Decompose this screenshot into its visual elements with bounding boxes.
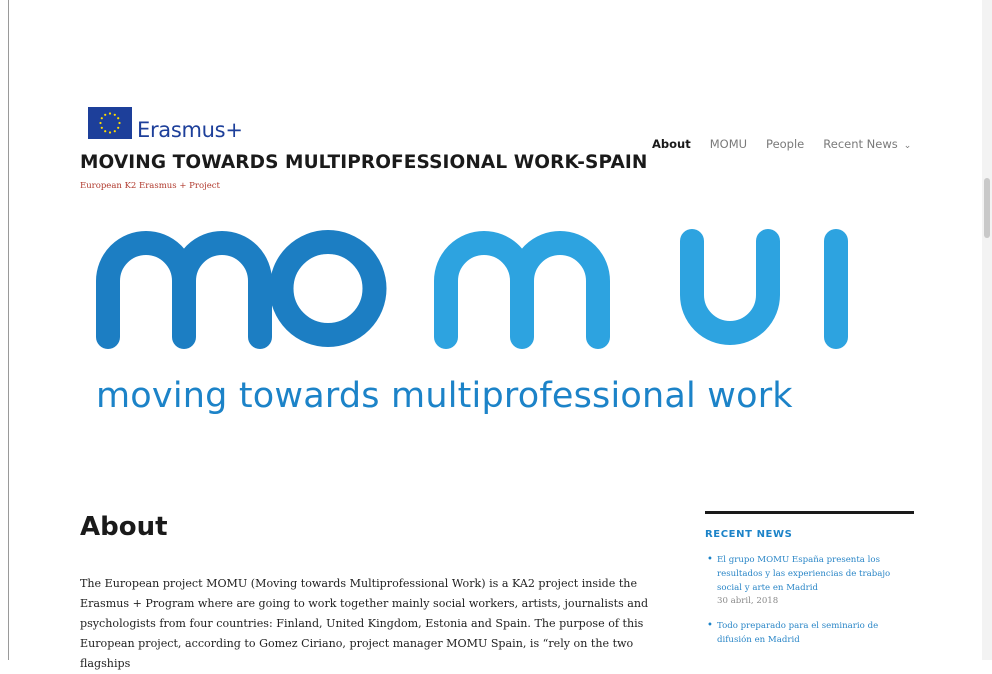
widget-title: RECENT NEWS — [705, 529, 793, 540]
scrollbar-thumb[interactable] — [984, 178, 990, 238]
recent-news-widget: RECENT NEWS El grupo MOMU España present… — [705, 511, 914, 658]
page-title: About — [80, 512, 168, 542]
news-link[interactable]: El grupo MOMU España presenta los result… — [717, 553, 914, 595]
nav-item-recent-news[interactable]: Recent News ⌄ — [823, 137, 911, 151]
window-left-border — [8, 0, 9, 660]
chevron-down-icon[interactable]: ⌄ — [904, 141, 912, 151]
nav-item-momu[interactable]: MOMU — [710, 137, 747, 151]
nav-item-about[interactable]: About — [652, 137, 691, 151]
news-link[interactable]: Todo preparado para el seminario de difu… — [717, 619, 914, 647]
momu-logo-banner — [96, 229, 848, 349]
vertical-scrollbar[interactable] — [982, 0, 992, 660]
nav-item-people[interactable]: People — [766, 137, 804, 151]
main-navigation: About MOMU People Recent News ⌄ — [652, 137, 930, 151]
recent-news-list: El grupo MOMU España presenta los result… — [705, 553, 914, 647]
site-description: European K2 Erasmus + Project — [80, 181, 220, 191]
momu-letter-o1 — [269, 229, 387, 348]
momu-letter-u — [680, 229, 780, 345]
nav-item-recent-news-label: Recent News — [823, 137, 898, 151]
momu-letter-m2 — [434, 231, 610, 349]
erasmus-logo[interactable]: Erasmus+ — [88, 104, 243, 142]
banner-tagline: moving towards multiprofessional work — [96, 376, 793, 416]
site-title[interactable]: MOVING TOWARDS MULTIPROFESSIONAL WORK-SP… — [80, 152, 647, 173]
momu-letter-m1 — [96, 231, 272, 349]
erasmus-brand-name: Erasmus+ — [137, 118, 243, 142]
eu-flag-icon — [88, 107, 132, 139]
news-date: 30 abril, 2018 — [717, 596, 779, 606]
list-item: Todo preparado para el seminario de difu… — [705, 619, 914, 647]
about-body-text: The European project MOMU (Moving toward… — [80, 577, 649, 670]
list-item: El grupo MOMU España presenta los result… — [705, 553, 914, 608]
